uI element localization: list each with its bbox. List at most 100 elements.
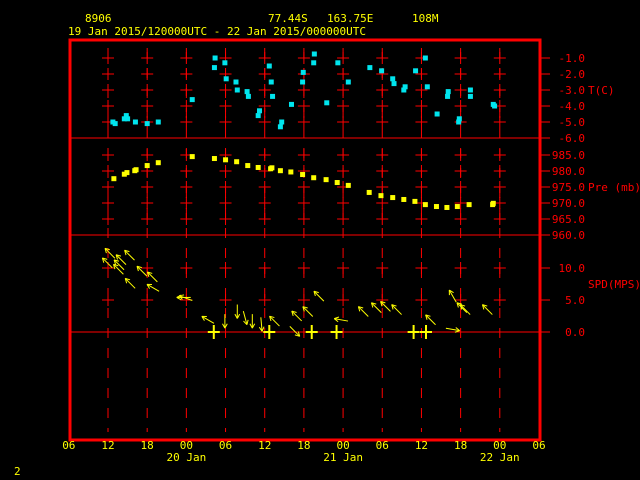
wind-arrow — [124, 249, 135, 261]
temperature-axis-label: T(C) — [588, 84, 615, 97]
x-day-label: 21 Jan — [323, 451, 363, 464]
wind-arrow — [249, 314, 256, 329]
speed-tick-label: 10.0 — [559, 262, 586, 275]
temperature-point — [212, 55, 218, 61]
pressure-point — [378, 193, 384, 199]
wind-arrow-shaft — [456, 302, 468, 313]
wind-arrow-shaft — [391, 304, 402, 315]
wind-arrow — [124, 277, 136, 289]
calm-wind-marker — [407, 325, 420, 339]
pressure-point — [454, 204, 460, 210]
wind-arrow-shaft — [291, 310, 303, 322]
pressure-point — [255, 164, 261, 170]
pressure-tick-label: 980.0 — [552, 165, 585, 178]
longitude: 163.75E — [327, 12, 373, 25]
temperature-point — [367, 65, 373, 71]
wind-arrow-shaft — [147, 271, 158, 283]
wind-arrow-shaft — [313, 290, 325, 302]
temperature-point — [335, 60, 341, 66]
wind-arrow — [291, 310, 303, 322]
x-tick-label: 18 — [297, 439, 310, 452]
temperature-point — [300, 69, 306, 75]
pressure-point — [124, 170, 130, 176]
wind-arrow — [333, 316, 349, 323]
temperature-tick-label: -3.0 — [559, 84, 586, 97]
temperature-point — [211, 65, 217, 71]
pressure-point — [277, 168, 283, 174]
x-tick-label: 12 — [258, 439, 271, 452]
pressure-tick-label: 965.0 — [552, 213, 585, 226]
wind-arrow-shaft — [425, 314, 436, 326]
tick-labels: -1.0 -2.0 -3.0 -4.0 -5.0 -6.0 985.0 980.0 975.0 9… — [62, 52, 585, 464]
wind-arrow — [146, 271, 158, 283]
pressure-point — [433, 204, 439, 210]
temperature-point — [288, 101, 294, 107]
temperature-point — [324, 100, 330, 106]
pressure-point — [466, 202, 472, 208]
pressure-tick-label: 970.0 — [552, 197, 585, 210]
x-day-label: 20 Jan — [166, 451, 206, 464]
temperature-point — [125, 116, 131, 122]
pressure-point — [334, 180, 340, 186]
wind-arrow-shaft — [289, 326, 301, 337]
wind-arrow — [448, 289, 457, 303]
wind-arrow — [313, 290, 325, 302]
temperature-point — [434, 111, 440, 117]
wind-arrow — [269, 315, 280, 327]
temperature-point — [112, 121, 118, 127]
pressure-point — [323, 177, 329, 183]
temperature-point — [189, 97, 195, 103]
temperature-tick-label: -4.0 — [559, 100, 586, 113]
pressure-axis-label: Pre (mb) — [588, 181, 640, 194]
wind-arrow — [357, 306, 369, 317]
pressure-tick-label: 960.0 — [552, 229, 585, 242]
wind-arrow-shaft — [269, 315, 280, 327]
temperature-point — [155, 119, 161, 125]
pressure-point — [444, 204, 450, 210]
temperature-point — [270, 93, 276, 99]
data-marks — [101, 51, 498, 339]
temperature-point — [467, 93, 473, 99]
temperature-point — [300, 79, 306, 85]
wind-arrow-shaft — [459, 304, 471, 315]
plot-frame — [68, 38, 542, 442]
temperature-point — [234, 87, 240, 93]
wind-arrow — [289, 326, 301, 337]
pressure-point — [211, 156, 217, 162]
station-id: 8906 — [85, 12, 112, 25]
speed-tick-label: 5.0 — [565, 294, 585, 307]
x-tick-label: 06 — [219, 439, 232, 452]
temperature-point — [223, 76, 229, 82]
pressure-point — [144, 163, 150, 169]
temperature-point — [144, 121, 150, 127]
temperature-point — [132, 119, 138, 125]
temperature-point — [345, 79, 351, 85]
temperature-tick-label: -6.0 — [559, 132, 586, 145]
pressure-point — [133, 167, 139, 173]
wind-arrow — [242, 311, 249, 326]
pressure-point — [345, 182, 351, 188]
x-tick-label: 18 — [454, 439, 467, 452]
wind-arrow-shaft — [104, 247, 116, 259]
temperature-point — [379, 68, 385, 74]
wind-arrow-head — [334, 316, 340, 320]
wind-arrow — [459, 304, 471, 315]
x-tick-label: 06 — [532, 439, 545, 452]
wind-arrow — [104, 247, 116, 259]
wind-arrow-shaft — [102, 257, 113, 269]
pressure-point — [490, 200, 496, 206]
temperature-point — [456, 116, 462, 122]
temperature-point — [422, 55, 428, 61]
wind-arrow — [481, 304, 493, 315]
wind-arrow-shaft — [371, 302, 382, 313]
x-tick-label: 06 — [376, 439, 389, 452]
wind-arrow — [258, 317, 265, 332]
wind-arrow — [391, 304, 402, 315]
pressure-tick-label: 975.0 — [552, 181, 585, 194]
temperature-point — [256, 108, 262, 114]
x-day-label: 22 Jan — [480, 451, 520, 464]
pressure-point — [269, 165, 275, 171]
pressure-point — [300, 172, 306, 178]
pressure-point — [288, 169, 294, 175]
grid — [68, 38, 550, 442]
